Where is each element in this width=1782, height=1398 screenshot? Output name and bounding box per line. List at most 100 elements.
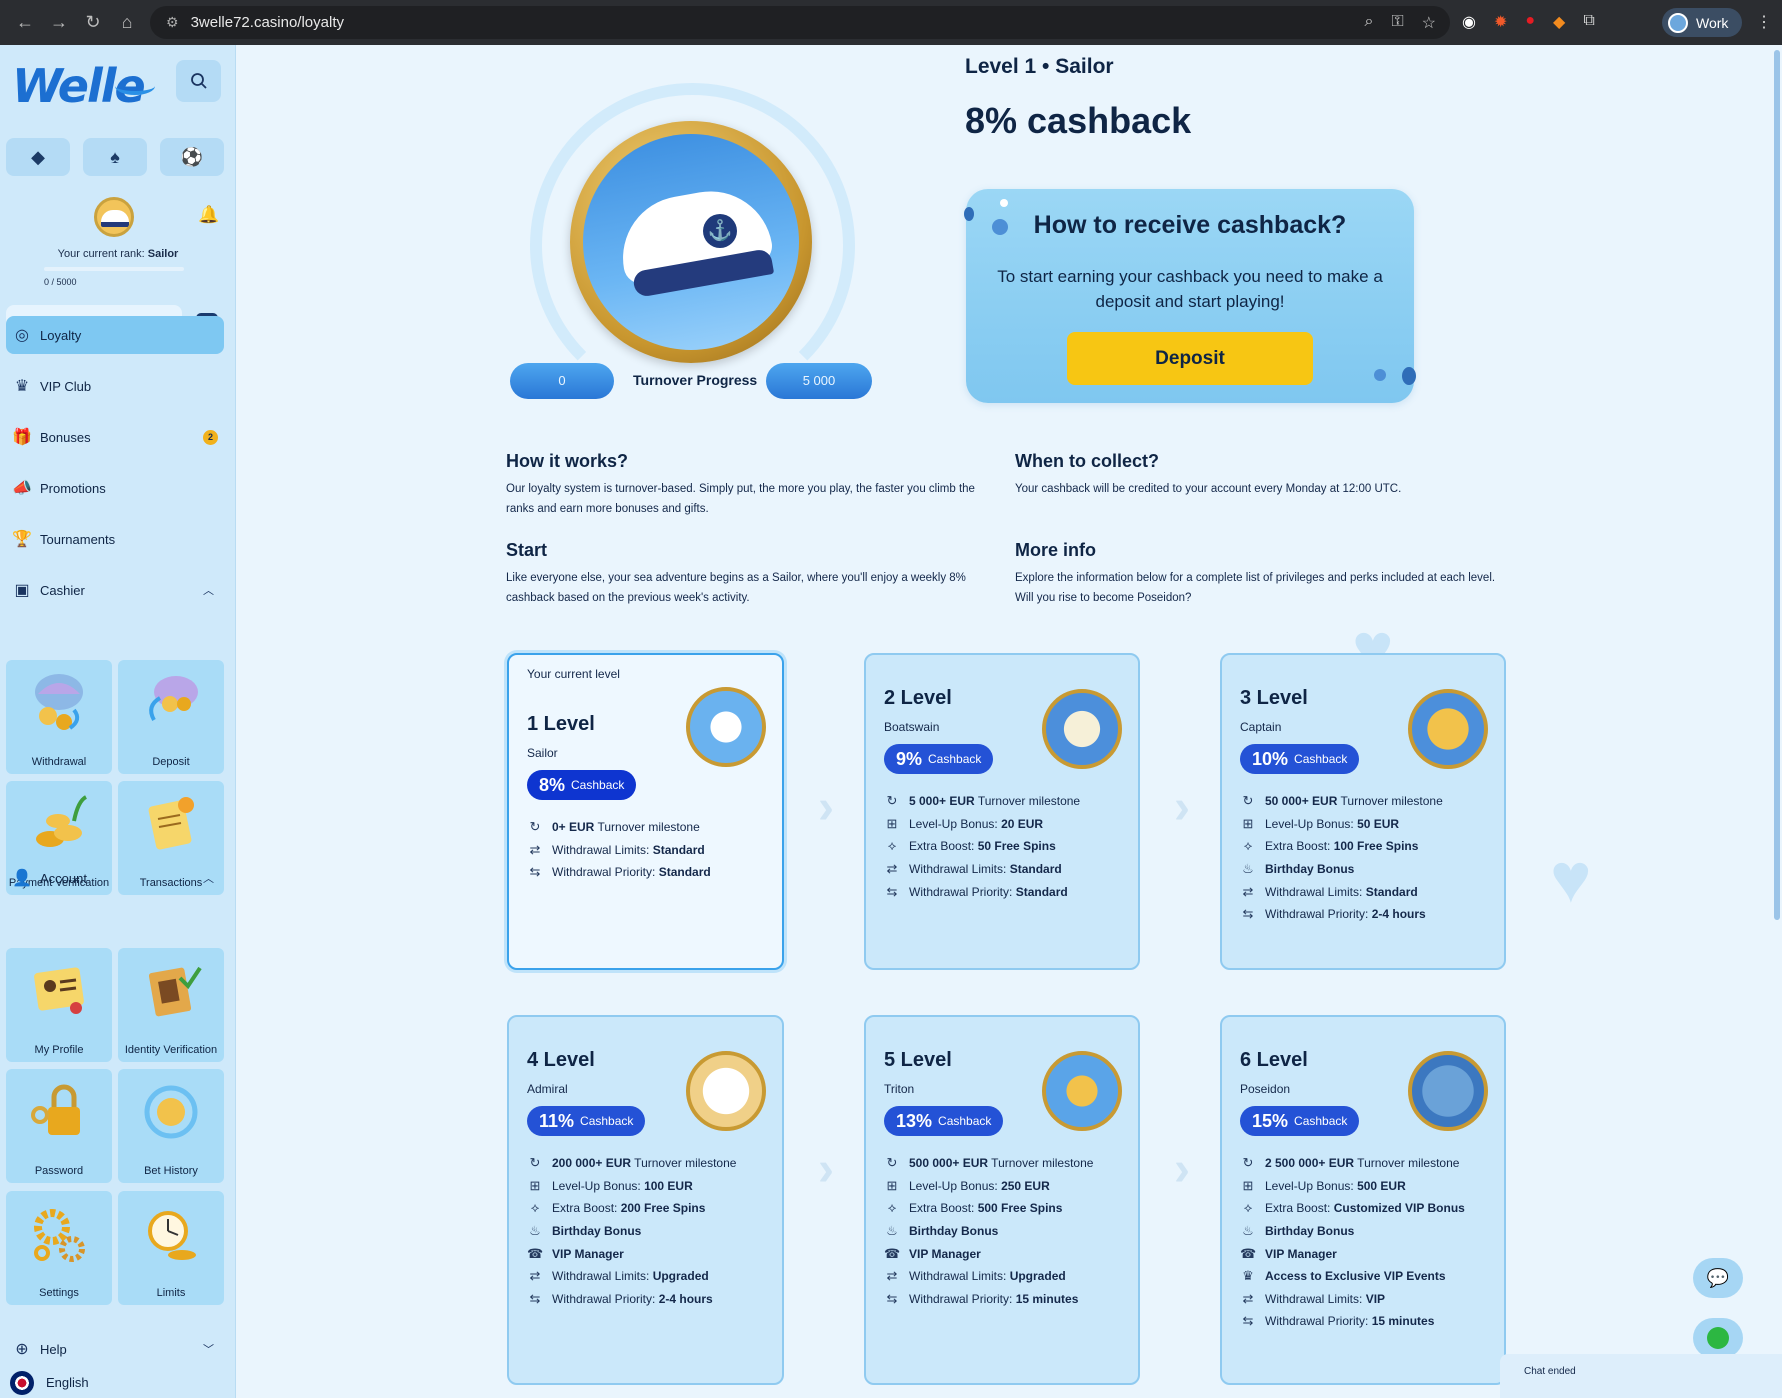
withdraw-icon: ⇄ xyxy=(1242,883,1254,899)
perk-value: Customized VIP Bonus xyxy=(1333,1201,1465,1216)
how-it-works-text: Our loyalty system is turnover-based. Si… xyxy=(506,483,975,515)
deposit-button[interactable]: Deposit xyxy=(1067,332,1313,385)
sidebar-item-tournaments[interactable]: 🏆 Tournaments xyxy=(6,520,224,558)
priority-icon: ⇆ xyxy=(529,1290,541,1306)
forward-icon[interactable]: → xyxy=(42,12,76,33)
perk-list: ↻ 500 000+ EUR Turnover milestone ⊞ Level-U… xyxy=(884,1152,1093,1310)
sidebar-section-account[interactable]: 👤 Account ︿ xyxy=(6,859,224,897)
perk-text: Withdrawal Priority: xyxy=(1265,1314,1372,1329)
tile-limits[interactable]: Limits xyxy=(118,1191,224,1305)
tile-withdrawal[interactable]: Withdrawal xyxy=(6,660,112,774)
sidebar-section-cashier[interactable]: ▣ Cashier ︿ xyxy=(6,571,224,609)
cashback-badge: 15% Cashback xyxy=(1240,1106,1360,1136)
browser-menu-icon[interactable]: ⋮ xyxy=(1756,12,1772,32)
category-switcher: ◆ ♠ ⚽ xyxy=(6,138,224,176)
cashback-badge: 9% Cashback xyxy=(884,744,994,774)
cashback-word: Cashback xyxy=(938,1114,992,1128)
perk-list: ↻ 0+ EUR Turnover milestone ⇄ Withdrawal Li… xyxy=(527,816,711,884)
withdraw-icon: ⇄ xyxy=(886,1268,898,1284)
perk-value: 20 EUR xyxy=(1001,816,1044,831)
perk-text: Withdrawal Priority: xyxy=(909,884,1016,899)
back-icon[interactable]: ← xyxy=(8,12,42,33)
logo-wave-icon xyxy=(115,77,155,95)
perk-item: ↻ 0+ EUR Turnover milestone xyxy=(527,816,711,839)
boost-icon: ⟡ xyxy=(1243,838,1253,854)
perk-bold: 0+ EUR xyxy=(552,820,595,835)
perk-item: ⇄ Withdrawal Limits: Upgraded xyxy=(527,1265,736,1288)
perk-item: ↻ 500 000+ EUR Turnover milestone xyxy=(884,1152,1094,1175)
profile-button[interactable]: Work xyxy=(1662,8,1743,37)
perk-value: VIP xyxy=(1365,1291,1386,1306)
notification-bell-icon[interactable]: 🔔 xyxy=(198,205,219,225)
tile-bet-history[interactable]: Bet History xyxy=(118,1069,224,1183)
perk-item: ⇆ Withdrawal Priority: 2-4 hours xyxy=(527,1288,736,1311)
reload-icon[interactable]: ↻ xyxy=(76,12,110,33)
casino-category-button[interactable]: ◆ xyxy=(6,138,70,176)
chat-status-bar[interactable]: Chat ended xyxy=(1500,1354,1782,1398)
tile-password[interactable]: Password xyxy=(6,1069,112,1183)
perk-text: Extra Boost: xyxy=(1265,839,1334,854)
sidebar-item-promotions[interactable]: 📣 Promotions xyxy=(6,469,224,507)
language-selector[interactable]: English xyxy=(46,1375,89,1390)
gift-icon: ⊞ xyxy=(1242,815,1254,831)
rank-avatar[interactable] xyxy=(94,197,134,237)
puzzle-icon[interactable]: ⧉ xyxy=(1583,12,1594,32)
level-rank-name: Triton xyxy=(884,1082,915,1096)
sailor-cap-image: ⚓ xyxy=(583,134,799,350)
diamond-icon: ◆ xyxy=(31,146,45,167)
whatsapp-button[interactable] xyxy=(1693,1318,1743,1358)
tile-settings[interactable]: Settings xyxy=(6,1191,112,1305)
start-text: Like everyone else, your sea adventure b… xyxy=(506,572,966,604)
level-card-4: 4 Level Admiral 11% Cashback ↻ 200 000+ EUR T… xyxy=(507,1015,784,1385)
profile-avatar xyxy=(1668,12,1688,33)
bookmark-star-icon[interactable]: ☆ xyxy=(1422,13,1436,33)
priority-icon: ⇆ xyxy=(529,864,541,880)
sports-category-button[interactable]: ⚽ xyxy=(160,138,224,176)
sidebar-item-bonuses[interactable]: 🎁 Bonuses 2 xyxy=(6,418,224,456)
sidebar-item-vip-club[interactable]: ♛ VIP Club xyxy=(6,367,224,405)
tile-deposit[interactable]: Deposit xyxy=(118,660,224,774)
perk-text: Withdrawal Priority: xyxy=(552,1291,659,1306)
perk-text: Extra Boost: xyxy=(552,1201,621,1216)
page-scrollbar[interactable] xyxy=(1774,50,1780,920)
site-settings-icon[interactable]: ⚙ xyxy=(166,14,179,31)
profile-card-icon xyxy=(34,967,84,1014)
chevron-up-icon: ︿ xyxy=(203,873,214,885)
perk-value: 100 Free Spins xyxy=(1333,839,1419,854)
sidebar-item-label: Bonuses xyxy=(40,429,91,445)
live-casino-category-button[interactable]: ♠ xyxy=(83,138,147,176)
how-to-receive-title: How to receive cashback? xyxy=(1033,211,1347,239)
whatsapp-icon xyxy=(1707,1326,1729,1349)
sidebar-item-loyalty[interactable]: ◎ Loyalty xyxy=(6,316,224,354)
sidebar-item-label: Promotions xyxy=(40,480,106,496)
perk-item: ⟡ Extra Boost: 500 Free Spins xyxy=(884,1197,1093,1220)
priority-icon: ⇆ xyxy=(886,1290,898,1306)
withdrawal-icon xyxy=(35,674,83,730)
cashback-word: Cashback xyxy=(571,778,625,792)
perk-value: 500 Free Spins xyxy=(977,1201,1063,1216)
tile-my-profile[interactable]: My Profile xyxy=(6,948,112,1062)
cake-icon: ♨ xyxy=(886,1223,898,1239)
perk-item: ♨ Birthday Bonus xyxy=(1240,858,1443,881)
sidebar-section-help[interactable]: ⊕ Help ﹀ xyxy=(6,1330,224,1368)
live-chat-button[interactable]: 💬 xyxy=(1693,1258,1743,1298)
extension-3-icon[interactable]: ● xyxy=(1525,12,1535,32)
extension-1-icon[interactable]: ◉ xyxy=(1462,12,1476,32)
perk-value: 50 EUR xyxy=(1357,816,1400,831)
boost-icon: ⟡ xyxy=(887,1200,897,1216)
home-icon[interactable]: ⌂ xyxy=(110,12,144,33)
cashback-percent: 15% xyxy=(1252,1110,1289,1131)
tile-identity-verification[interactable]: Identity Verification xyxy=(118,948,224,1062)
key-icon[interactable]: ⚿ xyxy=(1391,13,1403,33)
perk-value: 200 Free Spins xyxy=(620,1201,706,1216)
chevron-right-icon: › xyxy=(1174,781,1190,834)
perk-item: ↻ 2 500 000+ EUR Turnover milestone xyxy=(1240,1152,1465,1175)
zoom-icon[interactable]: ⌕ xyxy=(1365,13,1374,33)
extension-4-icon[interactable]: ◆ xyxy=(1553,12,1565,32)
extension-2-icon[interactable]: ✹ xyxy=(1494,12,1507,32)
gift-icon: ⊞ xyxy=(886,815,898,831)
level-number: 2 Level xyxy=(884,687,952,709)
search-button[interactable] xyxy=(176,60,221,102)
bubble-decoration xyxy=(1374,369,1386,381)
address-bar[interactable]: ⚙ 3welle72.casino/loyalty ⌕ ⚿ ☆ xyxy=(150,6,1450,39)
